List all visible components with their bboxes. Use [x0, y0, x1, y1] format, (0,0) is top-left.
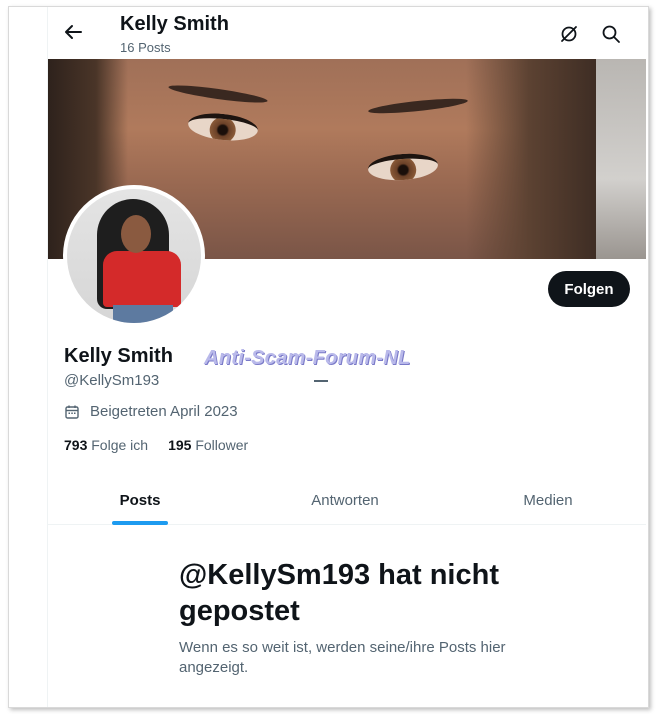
search-icon: [602, 25, 620, 43]
following-link[interactable]: 793 Folge ich: [64, 437, 148, 453]
divider-dash: [314, 380, 328, 382]
join-date-label: Beigetreten April 2023: [90, 403, 238, 420]
top-bar: Kelly Smith 16 Posts: [48, 7, 646, 59]
profile-tabs: Posts Antworten Medien: [48, 475, 646, 525]
back-button[interactable]: [62, 21, 84, 43]
profile-column: Kelly Smith 16 Posts Folgen Kelly Smith …: [47, 7, 646, 707]
follow-stats: 793 Folge ich 195 Follower: [64, 437, 248, 453]
following-label: Folge ich: [91, 437, 149, 453]
header-title: Kelly Smith: [120, 13, 229, 35]
empty-state-text: Wenn es so weit ist, werden seine/ihre P…: [179, 639, 506, 676]
profile-name: Kelly Smith: [64, 345, 173, 367]
post-count: 16 Posts: [120, 40, 171, 55]
following-count: 793: [64, 437, 88, 453]
empty-state-title: @KellySm193 hat nicht gepostet: [179, 559, 499, 627]
tab-medien[interactable]: Medien: [510, 475, 586, 525]
calendar-icon: [65, 405, 79, 419]
avatar[interactable]: [63, 185, 205, 327]
follow-button[interactable]: Folgen: [548, 271, 630, 307]
active-tab-indicator: [112, 521, 168, 525]
grok-slash-icon: [561, 26, 577, 42]
screenshot-frame: Kelly Smith 16 Posts Folgen Kelly Smith …: [8, 6, 649, 708]
tab-antworten[interactable]: Antworten: [294, 475, 396, 525]
followers-label: Follower: [195, 437, 249, 453]
arrow-left-icon: [65, 25, 82, 39]
watermark-text: Anti-Scam-Forum-NL: [204, 347, 411, 369]
followers-link[interactable]: 195 Follower: [168, 437, 248, 453]
tab-posts[interactable]: Posts: [104, 475, 176, 525]
grok-button[interactable]: [558, 23, 580, 45]
followers-count: 195: [168, 437, 192, 453]
search-button[interactable]: [600, 23, 622, 45]
profile-handle: @KellySm193: [64, 372, 160, 389]
join-date: Beigetreten April 2023: [64, 403, 238, 420]
